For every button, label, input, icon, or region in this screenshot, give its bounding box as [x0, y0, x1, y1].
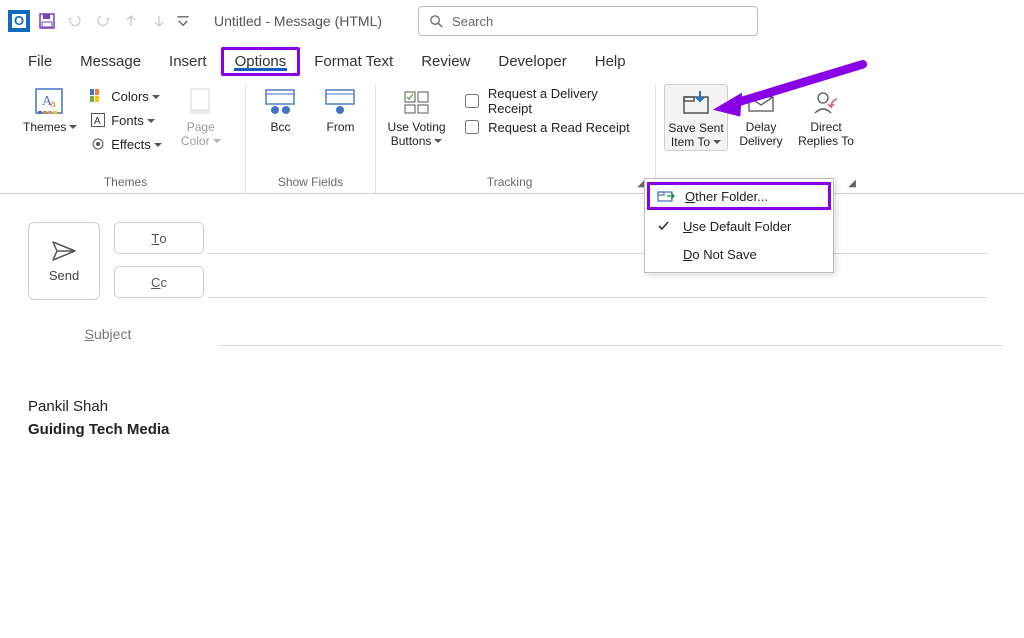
prev-item-qat-button[interactable]: [120, 10, 142, 32]
colors-button[interactable]: Colors: [85, 84, 166, 108]
tab-file[interactable]: File: [14, 47, 66, 76]
subject-field[interactable]: [218, 322, 1004, 346]
save-sent-item-to-button[interactable]: Save Sent Item To: [664, 84, 728, 151]
compose-area: Send To Cc Subject Pankil Shah Guiding T…: [0, 194, 1024, 441]
group-label-themes: Themes: [104, 173, 147, 193]
group-more-options: Save Sent Item To Delay Delivery Direct …: [656, 84, 866, 193]
send-button[interactable]: Send: [28, 222, 100, 300]
from-button[interactable]: From: [313, 84, 369, 134]
undo-qat-button[interactable]: [64, 10, 86, 32]
other-folder-icon: [657, 188, 675, 204]
tab-developer[interactable]: Developer: [484, 47, 580, 76]
themes-button[interactable]: Aa Themes: [19, 84, 81, 134]
menu-other-folder[interactable]: Other Folder...: [647, 182, 831, 210]
cc-field[interactable]: [208, 266, 988, 298]
direct-replies-icon: [809, 86, 843, 118]
use-voting-button[interactable]: Use Voting Buttons: [382, 84, 451, 149]
save-qat-button[interactable]: [36, 10, 58, 32]
tab-help[interactable]: Help: [581, 47, 640, 76]
save-sent-dropdown: Other Folder... Use Default Folder Do No…: [644, 178, 834, 273]
fonts-button[interactable]: A Fonts: [85, 108, 166, 132]
to-field[interactable]: [208, 222, 988, 254]
redo-qat-button[interactable]: [92, 10, 114, 32]
direct-replies-button[interactable]: Direct Replies To: [794, 84, 858, 149]
qat-customize-chevron[interactable]: [176, 10, 190, 32]
voting-icon: [400, 86, 434, 118]
tab-format-text[interactable]: Format Text: [300, 47, 407, 76]
bcc-icon: [264, 86, 298, 118]
signature-company: Guiding Tech Media: [28, 419, 1004, 442]
delay-delivery-button[interactable]: Delay Delivery: [732, 84, 790, 149]
more-options-dialog-launcher[interactable]: ◢: [848, 178, 860, 193]
from-icon: [324, 86, 358, 118]
search-box[interactable]: Search: [418, 6, 758, 36]
tab-options[interactable]: Options: [221, 47, 301, 76]
signature-name: Pankil Shah: [28, 396, 1004, 419]
window-title: Untitled - Message (HTML): [214, 13, 382, 29]
read-receipt-checkbox[interactable]: Request a Read Receipt: [455, 114, 649, 140]
search-icon: [429, 14, 444, 29]
to-button[interactable]: To: [114, 222, 204, 254]
group-tracking: Use Voting Buttons Request a Delivery Re…: [376, 84, 656, 193]
save-sent-icon: [679, 87, 713, 119]
svg-text:a: a: [50, 99, 56, 110]
effects-icon: [89, 135, 107, 153]
page-color-icon: [184, 86, 218, 118]
send-icon: [51, 240, 77, 262]
effects-button[interactable]: Effects: [85, 132, 166, 156]
tab-message[interactable]: Message: [66, 47, 155, 76]
page-color-button[interactable]: Page Color: [170, 84, 232, 149]
group-show-fields: Bcc From Show Fields: [246, 84, 376, 193]
bcc-button[interactable]: Bcc: [253, 84, 309, 134]
outlook-app-icon: [8, 10, 30, 32]
tab-insert[interactable]: Insert: [155, 47, 221, 76]
group-label-show-fields: Show Fields: [278, 173, 343, 193]
delay-delivery-icon: [744, 86, 778, 118]
ribbon-options: Aa Themes Colors A Fonts Effects: [0, 80, 1024, 194]
search-placeholder: Search: [452, 14, 493, 29]
check-icon: [655, 218, 673, 234]
delivery-receipt-checkbox[interactable]: Request a Delivery Receipt: [455, 88, 649, 114]
subject-label: Subject: [28, 326, 188, 342]
menu-do-not-save[interactable]: Do Not Save: [645, 240, 833, 268]
fonts-icon: A: [89, 111, 107, 129]
cc-button[interactable]: Cc: [114, 266, 204, 298]
title-bar: Untitled - Message (HTML) Search: [0, 0, 1024, 42]
tab-review[interactable]: Review: [407, 47, 484, 76]
next-item-qat-button[interactable]: [148, 10, 170, 32]
colors-icon: [89, 87, 107, 105]
message-body[interactable]: Pankil Shah Guiding Tech Media: [28, 396, 1004, 441]
group-label-tracking: Tracking: [382, 173, 637, 193]
svg-text:A: A: [94, 116, 101, 127]
themes-icon: Aa: [33, 86, 67, 118]
delivery-receipt-input[interactable]: [465, 94, 479, 108]
group-themes: Aa Themes Colors A Fonts Effects: [6, 84, 246, 193]
menu-use-default-folder[interactable]: Use Default Folder: [645, 212, 833, 240]
read-receipt-input[interactable]: [465, 120, 479, 134]
ribbon-tabs: File Message Insert Options Format Text …: [0, 42, 1024, 80]
